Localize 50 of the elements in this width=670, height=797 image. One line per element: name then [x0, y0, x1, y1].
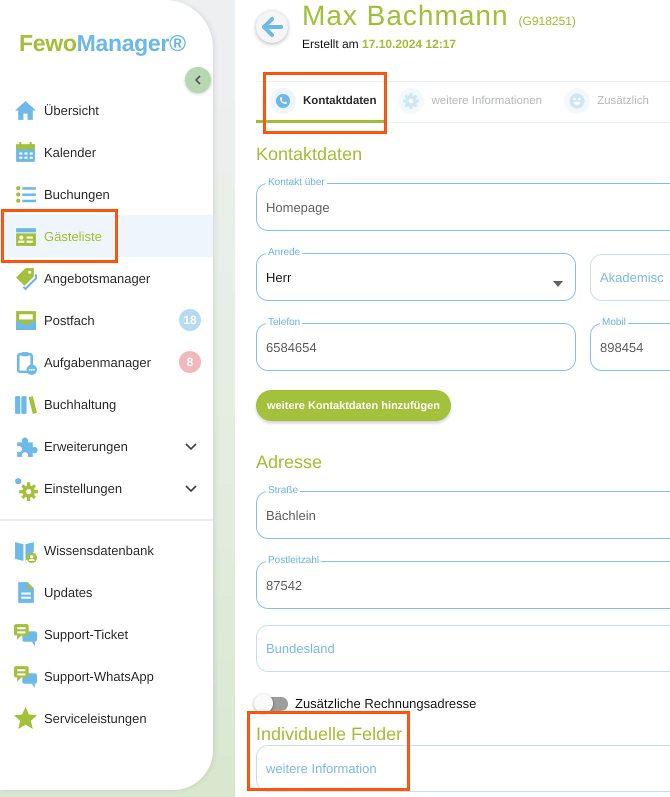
- input-field[interactable]: Straße Bächlein: [256, 485, 670, 539]
- nav-item[interactable]: Aufgabenmanager 8: [0, 341, 213, 383]
- nav-item[interactable]: Erweiterungen: [0, 425, 213, 467]
- toggle-label: Zusätzliche Rechnungsadresse: [295, 696, 476, 711]
- field-label: Mobil: [601, 317, 627, 329]
- star-icon: [13, 706, 38, 730]
- arrow-left-icon: [261, 16, 283, 38]
- nav-item[interactable]: Angebotsmanager: [0, 257, 213, 299]
- nav-item[interactable]: Postfach 18: [0, 299, 213, 341]
- collapse-button[interactable]: [185, 67, 211, 93]
- calendar-icon: [13, 140, 38, 164]
- count-badge: 8: [179, 351, 201, 373]
- created-date: Erstellt am 17.10.2024 12:17: [302, 37, 458, 51]
- nav-item[interactable]: Buchungen: [0, 173, 213, 215]
- field-label: Anrede: [267, 247, 302, 259]
- guest-id: (G918251): [518, 14, 576, 28]
- field-label: Telefon: [267, 317, 302, 329]
- input-field[interactable]: Kontakt über Homepage: [256, 177, 670, 231]
- guest-name: Max Bachmann: [302, 0, 509, 32]
- nav-item[interactable]: Übersicht: [0, 89, 213, 131]
- nav-item[interactable]: Wissensdatenbank: [0, 529, 213, 571]
- tab[interactable]: Kontaktdaten: [256, 82, 384, 123]
- nav-item[interactable]: Buchhaltung: [0, 383, 213, 425]
- input-field[interactable]: Telefon 6584654: [256, 317, 576, 371]
- input-field[interactable]: Mobil 898454: [590, 317, 670, 371]
- gear-icon: [398, 88, 424, 114]
- section-heading: Kontaktdaten: [256, 144, 362, 165]
- nav-item[interactable]: Support-Ticket: [0, 613, 213, 655]
- chevron-left-icon: [193, 75, 203, 85]
- toggle-switch[interactable]: [256, 696, 288, 710]
- caret-icon: [553, 281, 563, 287]
- logo: FewoManager®: [19, 30, 187, 58]
- smiley-icon: [564, 88, 590, 114]
- nav-item[interactable]: Einstellungen: [0, 467, 213, 509]
- section-heading: Adresse: [256, 452, 322, 473]
- nav-item[interactable]: Support-WhatsApp: [0, 655, 213, 697]
- field-label: Straße: [267, 485, 300, 497]
- chat-icon: [13, 664, 38, 688]
- field-label: Postleitzahl: [267, 555, 320, 567]
- nav-item[interactable]: Kalender: [0, 131, 213, 173]
- phone-icon: [270, 88, 296, 114]
- field-label: Kontakt über: [267, 177, 326, 189]
- count-badge: 18: [179, 309, 201, 331]
- dropdown-field[interactable]: Anrede Herr: [256, 247, 576, 301]
- back-button[interactable]: [256, 11, 288, 43]
- nav-item[interactable]: Serviceleistungen: [0, 697, 213, 739]
- chat-icon: [13, 622, 38, 646]
- gears-icon: [13, 476, 38, 500]
- nav-item[interactable]: Updates: [0, 571, 213, 613]
- input-field[interactable]: Postleitzahl 87542: [256, 555, 670, 609]
